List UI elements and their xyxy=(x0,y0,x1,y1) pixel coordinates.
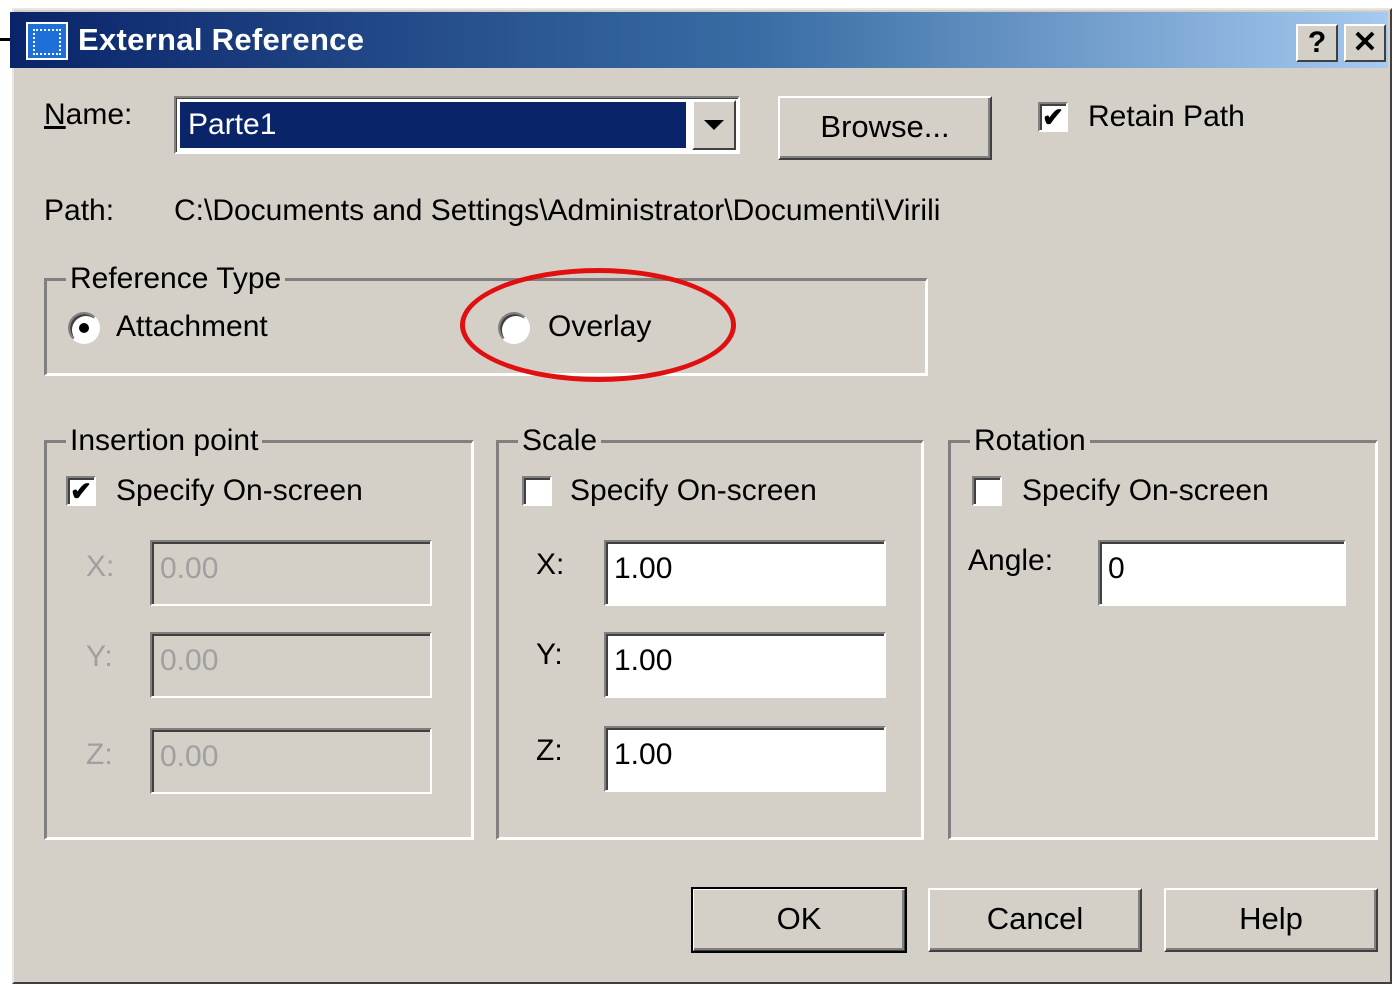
angle-label: Angle: xyxy=(968,544,1054,577)
browse-button-label: Browse... xyxy=(820,109,950,144)
cancel-button[interactable]: Cancel xyxy=(928,888,1142,952)
close-icon[interactable]: ✕ xyxy=(1344,24,1386,62)
path-value: C:\Documents and Settings\Administrator\… xyxy=(174,194,941,227)
chevron-down-icon xyxy=(704,120,724,130)
reference-type-caption: Reference Type xyxy=(66,262,286,296)
retain-path-label: Retain Path xyxy=(1088,100,1245,133)
help-button-label: Help xyxy=(1239,901,1303,936)
insertion-point-caption: Insertion point xyxy=(66,424,263,458)
scale-specify-checkbox[interactable] xyxy=(522,476,552,506)
name-label: Name: xyxy=(44,98,133,131)
retain-path-checkbox[interactable]: ✔ xyxy=(1038,102,1068,132)
insertion-x-input[interactable]: 0.00 xyxy=(150,540,432,606)
overlay-radio[interactable] xyxy=(498,312,530,344)
scale-x-input[interactable]: 1.00 xyxy=(604,540,886,606)
insertion-x-label: X: xyxy=(86,550,115,583)
rotation-caption: Rotation xyxy=(970,424,1090,458)
overlay-label: Overlay xyxy=(548,310,652,343)
scale-caption: Scale xyxy=(518,424,602,458)
insertion-specify-label: Specify On-screen xyxy=(116,474,363,507)
xref-app-icon xyxy=(26,22,68,60)
name-combobox-value: Parte1 xyxy=(180,102,686,148)
browse-button[interactable]: Browse... xyxy=(778,96,992,160)
dialog-title: External Reference xyxy=(78,22,365,57)
rotation-specify-label: Specify On-screen xyxy=(1022,474,1269,507)
angle-input[interactable]: 0 xyxy=(1098,540,1346,606)
insertion-z-input[interactable]: 0.00 xyxy=(150,728,432,794)
scale-specify-label: Specify On-screen xyxy=(570,474,817,507)
path-label: Path: xyxy=(44,194,115,227)
scale-z-input[interactable]: 1.00 xyxy=(604,726,886,792)
radio-selected-dot xyxy=(79,323,89,333)
attachment-label: Attachment xyxy=(116,310,268,343)
scale-y-input[interactable]: 1.00 xyxy=(604,632,886,698)
name-combobox[interactable]: Parte1 xyxy=(174,96,740,154)
help-title-button[interactable]: ? xyxy=(1296,24,1338,62)
attachment-radio[interactable] xyxy=(68,312,100,344)
scale-x-label: X: xyxy=(536,548,565,581)
rotation-specify-checkbox[interactable] xyxy=(972,476,1002,506)
insertion-z-label: Z: xyxy=(86,738,113,771)
cancel-button-label: Cancel xyxy=(986,901,1084,936)
ok-button-label: OK xyxy=(776,901,822,936)
help-button[interactable]: Help xyxy=(1164,888,1378,952)
scale-y-label: Y: xyxy=(536,638,563,671)
scale-z-label: Z: xyxy=(536,734,563,767)
insertion-specify-checkbox[interactable]: ✔ xyxy=(66,476,96,506)
dropdown-button[interactable] xyxy=(692,100,736,150)
insertion-y-input[interactable]: 0.00 xyxy=(150,632,432,698)
ok-button[interactable]: OK xyxy=(691,887,907,953)
insertion-y-label: Y: xyxy=(86,640,113,673)
